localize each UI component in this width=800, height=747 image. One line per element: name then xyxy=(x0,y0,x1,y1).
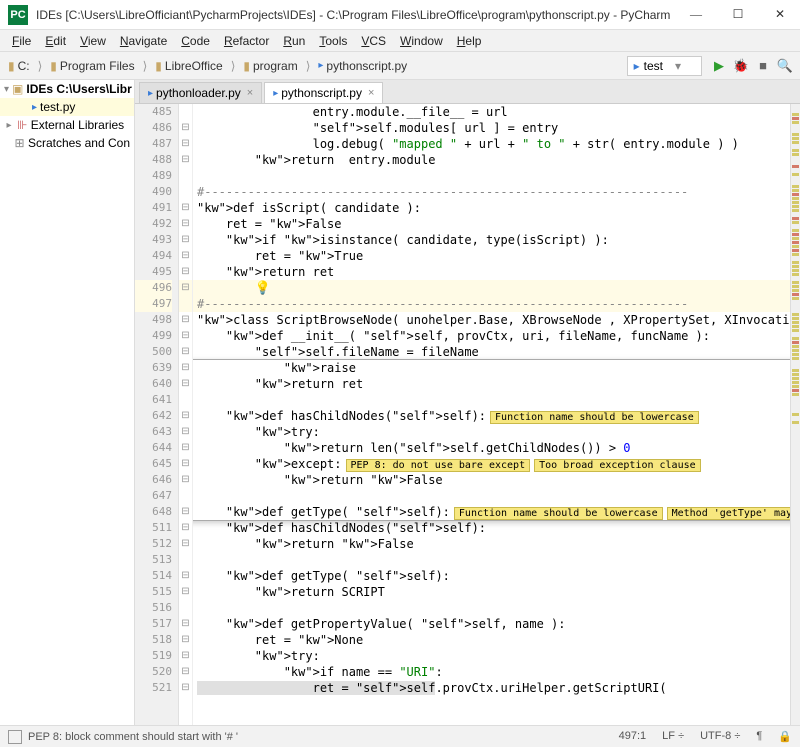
breadcrumb-item[interactable]: ▮program xyxy=(239,57,301,75)
menu-code[interactable]: Code xyxy=(175,32,216,50)
menu-help[interactable]: Help xyxy=(451,32,488,50)
tree-file-test[interactable]: ▸test.py xyxy=(0,98,134,116)
tab-close-icon[interactable]: × xyxy=(247,87,253,99)
inspection-hint[interactable]: Too broad exception clause xyxy=(534,459,701,472)
close-button[interactable]: ✕ xyxy=(768,7,792,22)
project-sidebar[interactable]: ▾▣ IDEs C:\Users\Libr ▸test.py ▸⊪ Extern… xyxy=(0,80,135,725)
tab-close-icon[interactable]: × xyxy=(368,87,374,99)
menu-vcs[interactable]: VCS xyxy=(355,32,392,50)
code-editor[interactable]: 4854864874884894904914924934944954964974… xyxy=(135,104,800,725)
menu-window[interactable]: Window xyxy=(394,32,449,50)
navigation-toolbar: ▮C:⟩▮Program Files⟩▮LibreOffice⟩▮program… xyxy=(0,52,800,80)
editor-tabs: ▸pythonloader.py×▸pythonscript.py× xyxy=(135,80,800,104)
line-endings[interactable]: LF ÷ xyxy=(662,730,684,743)
statusbar: PEP 8: block comment should start with '… xyxy=(0,725,800,747)
window-title: IDEs [C:\Users\LibreOfficiant\PycharmPro… xyxy=(36,8,684,22)
tab-pythonloader.py[interactable]: ▸pythonloader.py× xyxy=(139,82,262,103)
code-body[interactable]: entry.module.__file__ = url "self">self.… xyxy=(193,104,790,725)
menu-refactor[interactable]: Refactor xyxy=(218,32,275,50)
app-icon: PC xyxy=(8,5,28,25)
scratches[interactable]: ⊞ Scratches and Con xyxy=(0,134,134,152)
menu-edit[interactable]: Edit xyxy=(39,32,72,50)
breadcrumb-item[interactable]: ▮LibreOffice xyxy=(151,57,226,75)
menu-view[interactable]: View xyxy=(74,32,112,50)
run-config-selector[interactable]: ▸ test ▾ xyxy=(627,56,702,76)
caret-position[interactable]: 497:1 xyxy=(619,730,647,743)
menu-file[interactable]: File xyxy=(6,32,37,50)
line-gutter[interactable]: 4854864874884894904914924934944954964974… xyxy=(135,104,179,725)
status-icon[interactable] xyxy=(8,730,22,744)
search-icon[interactable]: 🔍 xyxy=(776,57,794,75)
titlebar: PC IDEs [C:\Users\LibreOfficiant\Pycharm… xyxy=(0,0,800,30)
maximize-button[interactable]: ☐ xyxy=(726,7,750,22)
breadcrumb-item[interactable]: ▮Program Files xyxy=(46,57,138,75)
inspection-hint[interactable]: Function name should be lowercase xyxy=(490,411,699,424)
tab-pythonscript.py[interactable]: ▸pythonscript.py× xyxy=(264,82,383,103)
external-libraries[interactable]: ▸⊪ External Libraries xyxy=(0,116,134,134)
inspection-hint[interactable]: Method 'getType' may be 'static' xyxy=(667,507,790,520)
menu-navigate[interactable]: Navigate xyxy=(114,32,173,50)
inspection-hint[interactable]: PEP 8: do not use bare except xyxy=(346,459,531,472)
debug-button[interactable]: 🐞 xyxy=(732,57,750,75)
stop-button[interactable]: ■ xyxy=(754,57,772,75)
menu-run[interactable]: Run xyxy=(277,32,311,50)
line-sep-icon[interactable]: ¶ xyxy=(756,730,762,743)
run-button[interactable]: ▶ xyxy=(710,57,728,75)
menubar: FileEditViewNavigateCodeRefactorRunTools… xyxy=(0,30,800,52)
minimize-button[interactable]: — xyxy=(684,7,708,22)
file-encoding[interactable]: UTF-8 ÷ xyxy=(700,730,740,743)
menu-tools[interactable]: Tools xyxy=(313,32,353,50)
breadcrumb-item[interactable]: ▸pythonscript.py xyxy=(314,57,411,75)
fold-column[interactable]: ⊟⊟⊟⊟⊟⊟⊟⊟⊟⊟⊟⊟⊟⊟⊟⊟⊟⊟⊟⊟⊟⊟⊟⊟⊟⊟⊟⊟⊟ xyxy=(179,104,193,725)
breadcrumb-item[interactable]: ▮C: xyxy=(4,57,34,75)
project-root[interactable]: ▾▣ IDEs C:\Users\Libr xyxy=(0,80,134,98)
breadcrumb: ▮C:⟩▮Program Files⟩▮LibreOffice⟩▮program… xyxy=(4,57,627,75)
error-stripe[interactable] xyxy=(790,104,800,725)
lock-icon[interactable]: 🔒 xyxy=(778,730,792,743)
inspection-hint[interactable]: Function name should be lowercase xyxy=(454,507,663,520)
status-message: PEP 8: block comment should start with '… xyxy=(28,731,238,743)
